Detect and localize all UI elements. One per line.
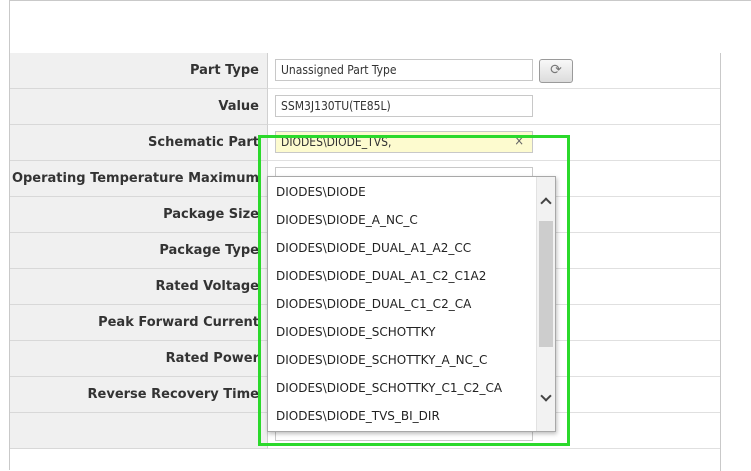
chevron-down-icon[interactable] xyxy=(537,389,555,409)
schematic-part-value: DIODES\DIODE_TVS, xyxy=(281,135,392,149)
dropdown-option[interactable]: DIODES\DIODE_A_NC_C xyxy=(276,213,418,227)
scroll-thumb[interactable] xyxy=(539,221,553,347)
refresh-button[interactable]: ⟳ xyxy=(539,59,573,83)
label-part-type: Part Type xyxy=(189,63,259,78)
dropdown-scrollbar[interactable] xyxy=(536,177,555,431)
dropdown-option[interactable]: DIODES\DIODE_SCHOTTKY_C1_C2_CA xyxy=(276,381,502,395)
dropdown-option[interactable]: DIODES\DIODE_DUAL_A1_C2_C1A2 xyxy=(276,269,486,283)
dropdown-option[interactable]: DIODES\DIODE_SCHOTTKY xyxy=(276,325,435,339)
dropdown-option[interactable]: DIODES\DIODE_DUAL_A1_A2_CC xyxy=(276,241,471,255)
schematic-part-dropdown[interactable]: DIODES\DIODE DIODES\DIODE_A_NC_C DIODES\… xyxy=(267,176,556,432)
row-value: Value SSM3J130TU(TE85L) xyxy=(10,89,751,125)
label-rated-voltage: Rated Voltage xyxy=(155,279,260,294)
label-operating-temperature-maximum: Operating Temperature Maximum xyxy=(11,171,259,186)
dropdown-option[interactable]: DIODES\DIODE_SCHOTTKY_A_NC_C xyxy=(276,353,487,367)
row-part-type: Part Type Unassigned Part Type ⟳ xyxy=(10,53,751,89)
label-value: Value xyxy=(218,99,259,114)
dropdown-option[interactable]: DIODES\DIODE xyxy=(276,185,366,199)
part-type-field[interactable]: Unassigned Part Type xyxy=(275,59,533,81)
label-rated-power: Rated Power xyxy=(165,351,259,366)
dropdown-option[interactable]: DIODES\DIODE_TVS_BI_DIR xyxy=(276,409,440,423)
refresh-icon: ⟳ xyxy=(550,62,562,78)
schematic-part-field[interactable]: DIODES\DIODE_TVS, × xyxy=(275,131,533,153)
label-package-type: Package Type xyxy=(159,243,259,258)
label-package-size: Package Size xyxy=(163,207,259,222)
label-schematic-part: Schematic Part xyxy=(148,135,259,150)
label-reverse-recovery-time: Reverse Recovery Time xyxy=(87,387,259,402)
label-peak-forward-current: Peak Forward Current xyxy=(98,315,259,330)
dropdown-option[interactable]: DIODES\DIODE_DUAL_C1_C2_CA xyxy=(276,297,471,311)
clear-icon[interactable]: × xyxy=(514,134,524,149)
row-schematic-part: Schematic Part DIODES\DIODE_TVS, × xyxy=(10,125,751,161)
chevron-up-icon[interactable] xyxy=(537,193,555,213)
value-field[interactable]: SSM3J130TU(TE85L) xyxy=(275,95,533,117)
